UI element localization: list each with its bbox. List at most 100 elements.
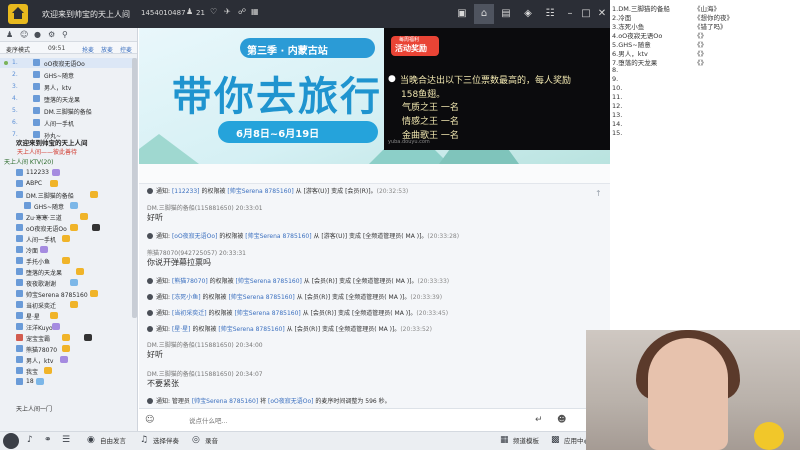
queue-item[interactable]: 1. oO夜寂无语Oo [0, 58, 137, 68]
smile-icon[interactable]: ☻ [557, 415, 566, 425]
member-item[interactable]: 汪洋Kuyo [0, 322, 137, 332]
send-icon[interactable]: ↵ [535, 415, 543, 425]
member-item[interactable]: ABPC [0, 179, 137, 189]
member-item[interactable]: 人间一手机 [0, 234, 137, 244]
emoji-icon[interactable]: ☺ [145, 415, 154, 425]
member-item[interactable]: 熊猫78070 [0, 344, 137, 354]
user-link[interactable]: [帅宝Serena 8785160] [192, 398, 258, 405]
queue-name: 男人，ktv [44, 85, 72, 92]
bottom-toolbar: ♪ ⚭ ☰ ◉ 自由发言 ♫ 选择伴奏 ◎ 录音 ▦ 频道模板 ▩ 应用中心 [0, 431, 610, 450]
user-link[interactable]: [星·星] [172, 326, 191, 333]
notice-text: 从 [会员(R)] 变成 [全频道管理员( MA )]。 [294, 294, 411, 301]
settings-icon[interactable]: ⚙ [48, 30, 57, 39]
camera-icon[interactable]: ▣ [452, 4, 472, 24]
room-ktv[interactable]: 天上人间 KTV(20) [4, 157, 53, 166]
member-item[interactable]: 帅宝Serena 8785160 [0, 289, 137, 299]
queue-item[interactable]: 4. 堕落的天龙果 [0, 94, 137, 104]
location-icon[interactable]: ● [34, 30, 43, 39]
rank-number: 15. [612, 129, 623, 137]
avatar [16, 378, 23, 385]
group-icon[interactable]: ☺ [20, 30, 29, 39]
channel-template-button[interactable]: 频道模板 [513, 435, 539, 445]
user-link[interactable]: [oO夜寂无语Oo] [268, 398, 313, 405]
member-item[interactable]: oO夜寂无语Oo [0, 223, 137, 233]
avatar [16, 367, 23, 374]
user-link[interactable]: [熊猫78070] [172, 278, 208, 285]
room-subtitle[interactable]: 天上人间——彼此善待 [17, 147, 77, 156]
window-icon[interactable]: ▤ [496, 4, 516, 24]
speaker-icon[interactable]: ♪ [27, 435, 33, 445]
queue-item[interactable]: 6. 人间一手机 [0, 118, 137, 128]
user-link[interactable]: [帅宝Serena 8785160] [236, 278, 302, 285]
release-mic-link[interactable]: 放麦 [101, 45, 113, 54]
skin-icon[interactable]: ☷ [540, 4, 560, 24]
notice-title: 活动奖励 [395, 44, 427, 53]
member-item[interactable]: Zu·寒寒·三道 [0, 212, 137, 222]
crown-badge [62, 235, 70, 242]
member-item[interactable]: 冷面 [0, 245, 137, 255]
scroll-up-icon[interactable]: ↑ [595, 189, 602, 198]
member-item[interactable]: 宠宝宝霸 [0, 333, 137, 343]
avatar [33, 107, 40, 114]
search-icon[interactable]: ⚲ [62, 30, 71, 39]
webcam-toy [754, 422, 784, 450]
user-link[interactable]: [当初采奕迁] [172, 310, 207, 317]
record-button[interactable]: 录音 [205, 435, 218, 445]
game-icon[interactable]: ◈ [518, 4, 538, 24]
mic-mode-label[interactable]: 麦序模式 [6, 45, 30, 54]
mixer-icon[interactable]: ☰ [62, 435, 70, 445]
member-item[interactable]: 18 [0, 377, 137, 387]
member-item[interactable]: GHS~随意 [0, 201, 137, 211]
member-item[interactable]: DM.三脚猫的备船 [0, 190, 137, 200]
room-title[interactable]: 欢迎来到帅宝的天上人间 [16, 137, 88, 147]
member-item[interactable]: 当初采奕迁 [0, 300, 137, 310]
avatar [16, 290, 23, 297]
user-link[interactable]: [冻死小鱼] [172, 294, 201, 301]
user-link[interactable]: [112233] [172, 188, 200, 195]
member-item[interactable]: 堕落的天龙果 [0, 267, 137, 277]
heart-icon[interactable]: ♡ [210, 8, 217, 16]
member-name: Zu·寒寒·三道 [26, 215, 62, 222]
app-logo [8, 4, 28, 24]
rank-number: 10. [612, 84, 623, 92]
sidebar-scrollbar[interactable] [132, 58, 137, 318]
member-item[interactable]: 112233 [0, 168, 137, 178]
member-item[interactable]: 手托小鱼 [0, 256, 137, 266]
user-link[interactable]: [帅宝Serena 8785160] [245, 233, 311, 240]
queue-item[interactable]: 5. DM.三脚猫的备船 [0, 106, 137, 116]
member-item[interactable]: 男人，ktv [0, 355, 137, 365]
user-link[interactable]: [帅宝Serena 8785160] [227, 188, 293, 195]
member-item[interactable]: 我宝 [0, 366, 137, 376]
person-icon[interactable]: ♟ [6, 30, 15, 39]
choose-accompaniment-button[interactable]: 选择伴奏 [153, 435, 179, 445]
notice-text: 的权限被 [200, 294, 229, 301]
member-name: GHS~随意 [34, 204, 64, 211]
grid-icon[interactable]: ▦ [251, 8, 259, 16]
user-link[interactable]: [帅宝Serena 8785160] [228, 294, 294, 301]
share-icon[interactable]: ☍ [238, 8, 246, 16]
grab-mic-link[interactable]: 抢麦 [82, 45, 94, 54]
free-speak-button[interactable]: 自由发言 [100, 435, 126, 445]
member-item[interactable]: 夜夜歌谢谢 [0, 278, 137, 288]
queue-item[interactable]: 2. GHS~随意 [0, 70, 137, 80]
mic-icon[interactable]: ⚭ [44, 435, 52, 445]
sub-channel-label[interactable]: 天上人间一门 [16, 404, 52, 413]
title-bar: 欢迎来到帅宝的天上人间 1454010487 ♟ 21 ♡ ✈ ☍ ▦ ▣ ⌂ … [0, 0, 610, 28]
control-mic-link[interactable]: 控麦 [120, 45, 132, 54]
home-icon[interactable]: ⌂ [474, 4, 494, 24]
mic-button[interactable] [3, 433, 19, 449]
notice-text: 从 [会员(R)] 变成 [全频道管理员( MA )]。 [284, 326, 401, 333]
notice-tag: 每周福利 [399, 37, 420, 43]
close-icon[interactable]: ✕ [592, 4, 612, 24]
plane-icon[interactable]: ✈ [224, 8, 231, 16]
avatar [16, 312, 23, 319]
user-link[interactable]: [oO夜寂无语Oo] [172, 233, 217, 240]
user-link[interactable]: [帅宝Serena 8785160] [234, 310, 300, 317]
queue-item[interactable]: 3. 男人，ktv [0, 82, 137, 92]
queue-name: 堕落的天龙果 [44, 97, 81, 104]
member-item[interactable]: 星·星 [0, 311, 137, 321]
chat-input[interactable] [189, 414, 519, 427]
crown-badge [62, 257, 70, 264]
crown-badge [70, 224, 78, 231]
user-link[interactable]: [帅宝Serena 8785160] [218, 326, 284, 333]
